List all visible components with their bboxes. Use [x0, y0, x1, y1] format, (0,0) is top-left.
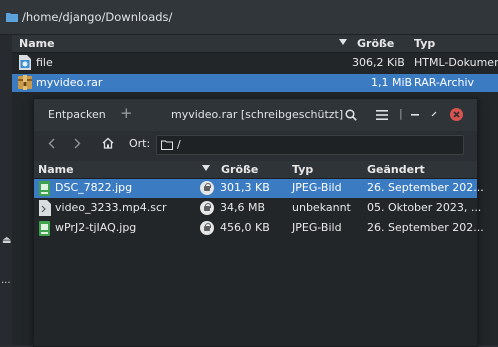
- lock-icon: [200, 181, 214, 195]
- location-field[interactable]: /: [156, 135, 464, 155]
- column-modified[interactable]: Geändert: [367, 163, 425, 176]
- location-label: Ort:: [129, 137, 151, 150]
- archive-file-name: wPrJ2-tjIAQ.jpg: [55, 221, 137, 234]
- file-name: myvideo.rar: [36, 76, 103, 89]
- sidebar-more[interactable]: ...: [1, 275, 11, 286]
- home-icon[interactable]: [102, 137, 114, 149]
- archive-file-size: 301,3 KB: [220, 181, 270, 194]
- file-size: 1,1 MiB: [371, 76, 413, 89]
- image-file-icon: [39, 221, 50, 236]
- folder-icon: [161, 140, 173, 150]
- archive-row[interactable]: video_3233.mp4.scr 34,6 MB unbekannt 05.…: [34, 199, 481, 218]
- menu-icon[interactable]: [376, 110, 388, 120]
- folder-icon: [6, 13, 18, 22]
- lock-icon: [200, 221, 214, 235]
- archive-file-type: JPEG-Bild: [292, 181, 342, 194]
- eject-icon[interactable]: ⏏: [2, 235, 11, 246]
- column-name[interactable]: Name: [19, 37, 55, 50]
- file-list-header: Name Größe Typ: [12, 35, 498, 53]
- extract-button[interactable]: Entpacken: [48, 108, 106, 121]
- file-name: file: [36, 56, 53, 69]
- maximize-icon[interactable]: [431, 111, 437, 117]
- places-sidebar: ⏏ ...: [0, 35, 12, 345]
- sort-desc-icon[interactable]: [202, 165, 210, 171]
- file-type: HTML-Dokument: [414, 56, 498, 69]
- archive-file-modified: 26. September 202...: [367, 181, 484, 194]
- search-icon[interactable]: [345, 109, 357, 121]
- forward-icon[interactable]: [74, 138, 81, 149]
- archive-file-modified: 05. Oktober 2023, ...: [367, 201, 482, 214]
- back-icon[interactable]: [48, 138, 55, 149]
- archive-file-name: DSC_7822.jpg: [55, 181, 133, 194]
- path-bar: /home/django/Downloads/: [0, 0, 498, 35]
- archive-icon: [18, 75, 32, 90]
- separator: |: [399, 107, 403, 120]
- dialog-titlebar: Entpacken + myvideo.rar [schreibgeschütz…: [34, 99, 477, 131]
- column-type[interactable]: Typ: [292, 163, 313, 176]
- close-icon[interactable]: [450, 108, 463, 121]
- archive-file-list: Name Größe Typ Geändert DSC_7822.jpg 301…: [34, 161, 484, 346]
- column-size[interactable]: Größe: [221, 163, 258, 176]
- archive-file-name: video_3233.mp4.scr: [55, 201, 167, 214]
- image-file-icon: [39, 181, 50, 196]
- html-file-icon: [19, 55, 31, 70]
- column-name[interactable]: Name: [38, 163, 74, 176]
- file-size: 306,2 KiB: [352, 56, 405, 69]
- archive-row[interactable]: wPrJ2-tjIAQ.jpg 456,0 KB JPEG-Bild 26. S…: [34, 219, 484, 238]
- lock-icon: [200, 201, 214, 215]
- location-bar: Ort: /: [34, 132, 477, 156]
- archive-dialog: Entpacken + myvideo.rar [schreibgeschütz…: [33, 98, 484, 347]
- script-file-icon: [39, 200, 51, 216]
- archive-file-type: unbekannt: [292, 201, 351, 214]
- location-value: /: [177, 138, 181, 151]
- add-button[interactable]: +: [120, 104, 133, 122]
- archive-file-modified: 26. September 202...: [367, 221, 484, 234]
- minimize-icon[interactable]: [411, 114, 419, 116]
- dialog-title: myvideo.rar [schreibgeschützt]: [171, 108, 344, 121]
- sort-desc-icon[interactable]: [339, 39, 347, 45]
- column-type[interactable]: Typ: [414, 37, 435, 50]
- archive-list-header: Name Größe Typ Geändert: [34, 161, 477, 179]
- archive-file-size: 456,0 KB: [220, 221, 270, 234]
- archive-file-type: JPEG-Bild: [292, 221, 342, 234]
- file-row[interactable]: file 306,2 KiB HTML-Dokument: [12, 54, 498, 72]
- file-row-selected[interactable]: myvideo.rar 1,1 MiB RAR-Archiv: [12, 74, 498, 92]
- archive-row-selected[interactable]: DSC_7822.jpg 301,3 KB JPEG-Bild 26. Sept…: [34, 179, 484, 198]
- archive-file-size: 34,6 MB: [220, 201, 266, 214]
- file-type: RAR-Archiv: [414, 76, 475, 89]
- current-path[interactable]: /home/django/Downloads/: [22, 10, 172, 24]
- column-size[interactable]: Größe: [357, 37, 394, 50]
